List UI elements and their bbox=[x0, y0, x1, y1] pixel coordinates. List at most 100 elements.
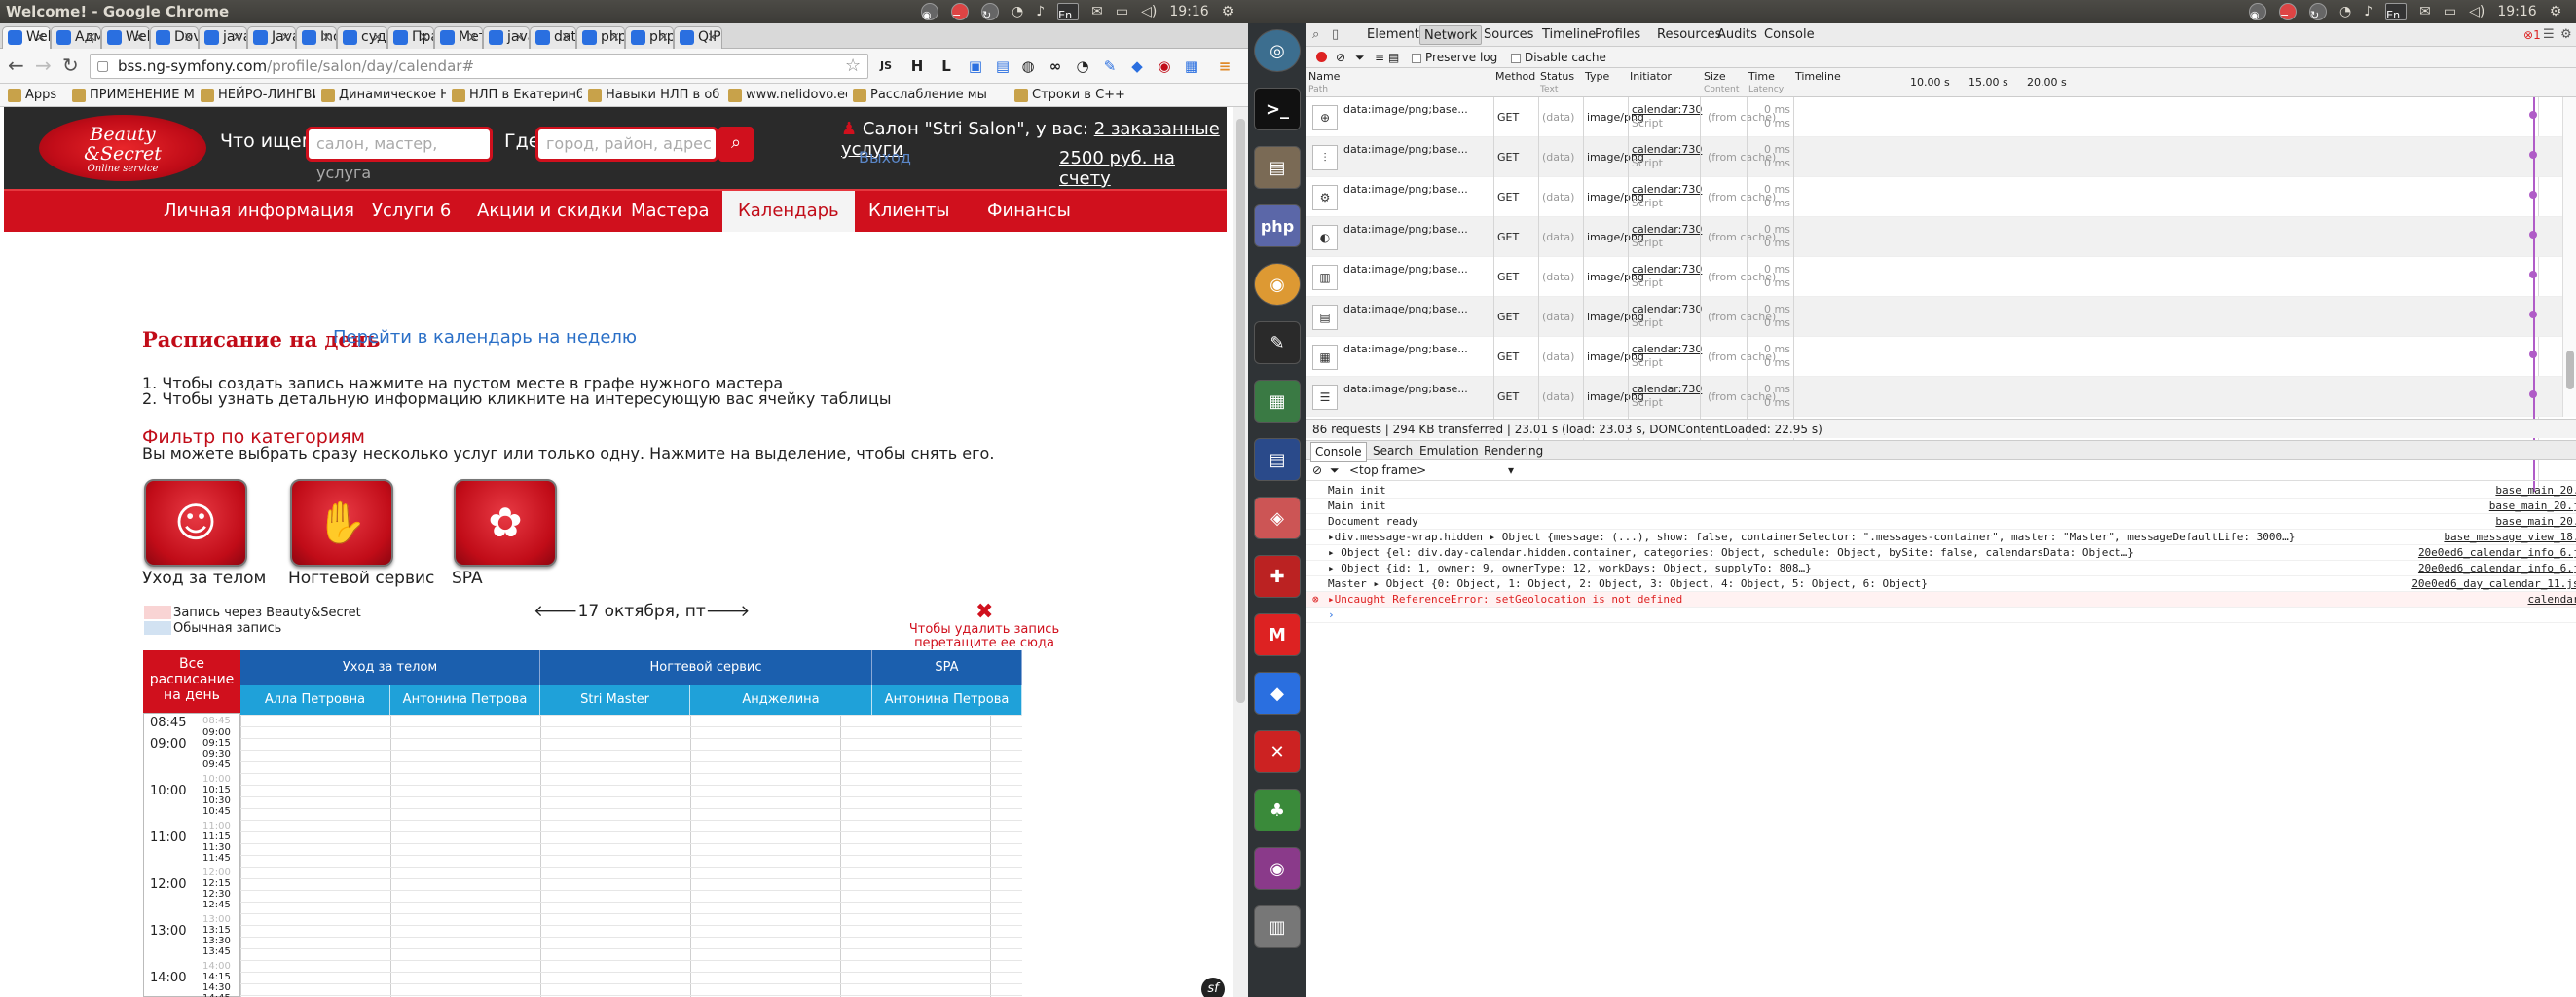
battery-icon-right[interactable]: ▭ bbox=[2444, 0, 2456, 23]
col-name[interactable]: Name Path bbox=[1308, 70, 1340, 95]
menu-item[interactable]: Услуги 6 bbox=[356, 191, 466, 232]
console-message[interactable]: ▸div.message-wrap.hidden ▸ Object {messa… bbox=[1306, 530, 2576, 545]
tab-close-icon[interactable]: × bbox=[514, 27, 525, 48]
search-where-input[interactable]: город, район, адрес bbox=[535, 127, 718, 162]
reload-icon[interactable]: ↻ bbox=[62, 55, 79, 75]
wifi-icon-right[interactable]: ◔ bbox=[2339, 0, 2351, 23]
stop-tray-icon[interactable]: − bbox=[951, 3, 969, 21]
sound-icon[interactable]: ◁) bbox=[1141, 0, 1157, 23]
browser-tab[interactable]: Wel × bbox=[2, 26, 51, 49]
gmail-icon[interactable]: M bbox=[1254, 613, 1301, 656]
volume-icon-right[interactable]: ♪ bbox=[2364, 0, 2373, 23]
trash-icon[interactable]: ▥ bbox=[1254, 905, 1301, 948]
browser-tab[interactable]: Мет× bbox=[434, 26, 483, 49]
network-scrollbar[interactable] bbox=[2562, 97, 2576, 417]
initiator-link[interactable]: calendar:730 bbox=[1632, 143, 1702, 156]
exit-link[interactable]: Выход bbox=[859, 148, 911, 166]
master-header[interactable]: Stri Master bbox=[540, 685, 690, 715]
tab-close-icon[interactable]: × bbox=[280, 27, 291, 48]
console-source-link[interactable]: base_main_20.js:1 bbox=[2495, 514, 2576, 530]
network-request-row[interactable]: ⚙ data:image/png;base... GET (data) image/pn… bbox=[1306, 177, 2576, 217]
menu-item[interactable]: Акции и скидки bbox=[461, 191, 638, 232]
search-button[interactable]: ⌕ bbox=[718, 127, 754, 162]
tab-close-icon[interactable]: × bbox=[419, 27, 429, 48]
initiator-link[interactable]: calendar:730 bbox=[1632, 383, 1702, 395]
browser-tab[interactable]: php × bbox=[625, 26, 674, 49]
network-request-row[interactable]: ⫶ data:image/png;base... GET (data) image/pn… bbox=[1306, 137, 2576, 177]
search-what-input[interactable]: салон, мастер, услуга bbox=[306, 127, 493, 182]
console-message[interactable]: ▸ Object {id: 1, owner: 9, ownerType: 12… bbox=[1306, 561, 2576, 576]
x-app-icon[interactable]: ✕ bbox=[1254, 730, 1301, 773]
menu-item[interactable]: Мастера bbox=[615, 191, 724, 232]
tab-close-icon[interactable]: × bbox=[561, 27, 571, 48]
drawer-tab[interactable]: Emulation bbox=[1416, 442, 1483, 460]
browser-tab[interactable]: date× bbox=[530, 26, 576, 49]
bookmark-item[interactable]: НЛП в Екатеринб bbox=[450, 84, 582, 107]
initiator-link[interactable]: calendar:730 bbox=[1632, 103, 1702, 116]
mail-icon[interactable]: ✉ bbox=[1091, 0, 1103, 23]
network-scrollbar-thumb[interactable] bbox=[2566, 351, 2574, 389]
all-day-button[interactable]: Все расписание на день bbox=[143, 650, 240, 713]
settings-gear-icon[interactable]: ⚙ bbox=[1222, 0, 1234, 23]
browser-tab[interactable]: Incr× bbox=[296, 26, 337, 49]
l-extension-icon[interactable]: L bbox=[937, 56, 956, 76]
col-status[interactable]: Status Text bbox=[1540, 70, 1574, 95]
console-message[interactable]: Main init base_main_20.js:1 bbox=[1306, 483, 2576, 498]
tab-close-icon[interactable]: × bbox=[372, 27, 383, 48]
stop-tray-icon-right[interactable]: − bbox=[2279, 3, 2297, 21]
request-name[interactable]: data:image/png;base... bbox=[1343, 343, 1468, 356]
browser-tab[interactable]: Пра× bbox=[387, 26, 434, 49]
console-source-link[interactable]: 20e0ed6_day_calendar_11.js:124 bbox=[2411, 576, 2576, 592]
tab-close-icon[interactable]: × bbox=[658, 27, 669, 48]
request-name[interactable]: data:image/png;base... bbox=[1343, 303, 1468, 316]
screenshot-extension-icon[interactable]: ▤ bbox=[993, 56, 1012, 76]
phpstorm-icon[interactable]: php bbox=[1254, 204, 1301, 247]
console-message[interactable]: ▸ Object {el: div.day-calendar.hidden.co… bbox=[1306, 545, 2576, 561]
console-message[interactable]: Document ready base_main_20.js:1 bbox=[1306, 514, 2576, 530]
terminal-icon[interactable]: >_ bbox=[1254, 88, 1301, 130]
bookmark-item[interactable]: Расслабление мы bbox=[851, 84, 987, 107]
text-editor-icon[interactable]: ✎ bbox=[1254, 321, 1301, 364]
bookmark-item[interactable]: Навыки НЛП в об bbox=[586, 84, 719, 107]
trash-drop-icon[interactable]: ✖ bbox=[975, 600, 993, 624]
week-calendar-link[interactable]: Перейти в календарь на неделю bbox=[333, 327, 637, 348]
sync-tray-icon[interactable]: ↻ bbox=[981, 3, 999, 21]
bookmark-item[interactable]: Динамическое Н/ bbox=[319, 84, 446, 107]
col-type[interactable]: Type bbox=[1585, 70, 1609, 83]
chrome-tray-icon[interactable]: ◉ bbox=[921, 3, 938, 21]
network-request-row[interactable]: ⊕ data:image/png;base... GET (data) image/pn… bbox=[1306, 97, 2576, 137]
bookmark-item[interactable]: Apps bbox=[6, 84, 56, 107]
translate-extension-icon[interactable]: ▣ bbox=[966, 56, 985, 76]
category-spa-button[interactable]: ✿ bbox=[454, 479, 557, 567]
device-mode-icon[interactable]: ▯ bbox=[1332, 23, 1339, 47]
category-body-care-button[interactable]: ☺ bbox=[144, 479, 247, 567]
prev-day-arrow-icon[interactable]: 🡐 bbox=[534, 602, 578, 621]
console-filter-icon[interactable]: ⏷ bbox=[1330, 460, 1340, 481]
h-extension-icon[interactable]: H bbox=[907, 56, 927, 76]
green-app-icon[interactable]: ♣ bbox=[1254, 789, 1301, 831]
dash-home-icon[interactable]: ◎ bbox=[1254, 29, 1301, 72]
files-icon[interactable]: ▤ bbox=[1254, 146, 1301, 189]
master-header[interactable]: Анджелина Константинова bbox=[690, 685, 872, 736]
menu-item[interactable]: Календарь bbox=[722, 191, 855, 232]
network-request-row[interactable]: ☰ data:image/png;base... GET (data) image/pn… bbox=[1306, 377, 2576, 417]
initiator-link[interactable]: calendar:730 bbox=[1632, 343, 1702, 355]
browser-tab[interactable]: Адм × bbox=[51, 26, 101, 49]
forward-arrow-icon[interactable]: → bbox=[35, 55, 52, 75]
libreoffice-writer-icon[interactable]: ▤ bbox=[1254, 438, 1301, 481]
browser-tab[interactable]: QIP × bbox=[674, 26, 722, 49]
back-arrow-icon[interactable]: ← bbox=[8, 55, 24, 75]
initiator-link[interactable]: calendar:730 bbox=[1632, 263, 1702, 276]
inspect-icon[interactable]: ⌕ bbox=[1312, 23, 1319, 47]
wifi-icon[interactable]: ◔ bbox=[1012, 0, 1023, 23]
tab-close-icon[interactable]: × bbox=[134, 27, 145, 48]
balance-link[interactable]: 2500 руб. на счету bbox=[1059, 148, 1227, 189]
devtools-tab[interactable]: Network bbox=[1419, 25, 1483, 45]
chrome-tray-icon-right[interactable]: ◉ bbox=[2249, 3, 2266, 21]
col-size[interactable]: Size Content bbox=[1704, 70, 1739, 95]
dropper-extension-icon[interactable]: ✎ bbox=[1100, 56, 1120, 76]
drawer-tab[interactable]: Console bbox=[1310, 442, 1367, 462]
browser-tab[interactable]: Wel × bbox=[101, 26, 150, 49]
symfony-toolbar-icon[interactable]: sf bbox=[1201, 978, 1225, 997]
ext-icon-right[interactable]: ▦ bbox=[1182, 56, 1201, 76]
